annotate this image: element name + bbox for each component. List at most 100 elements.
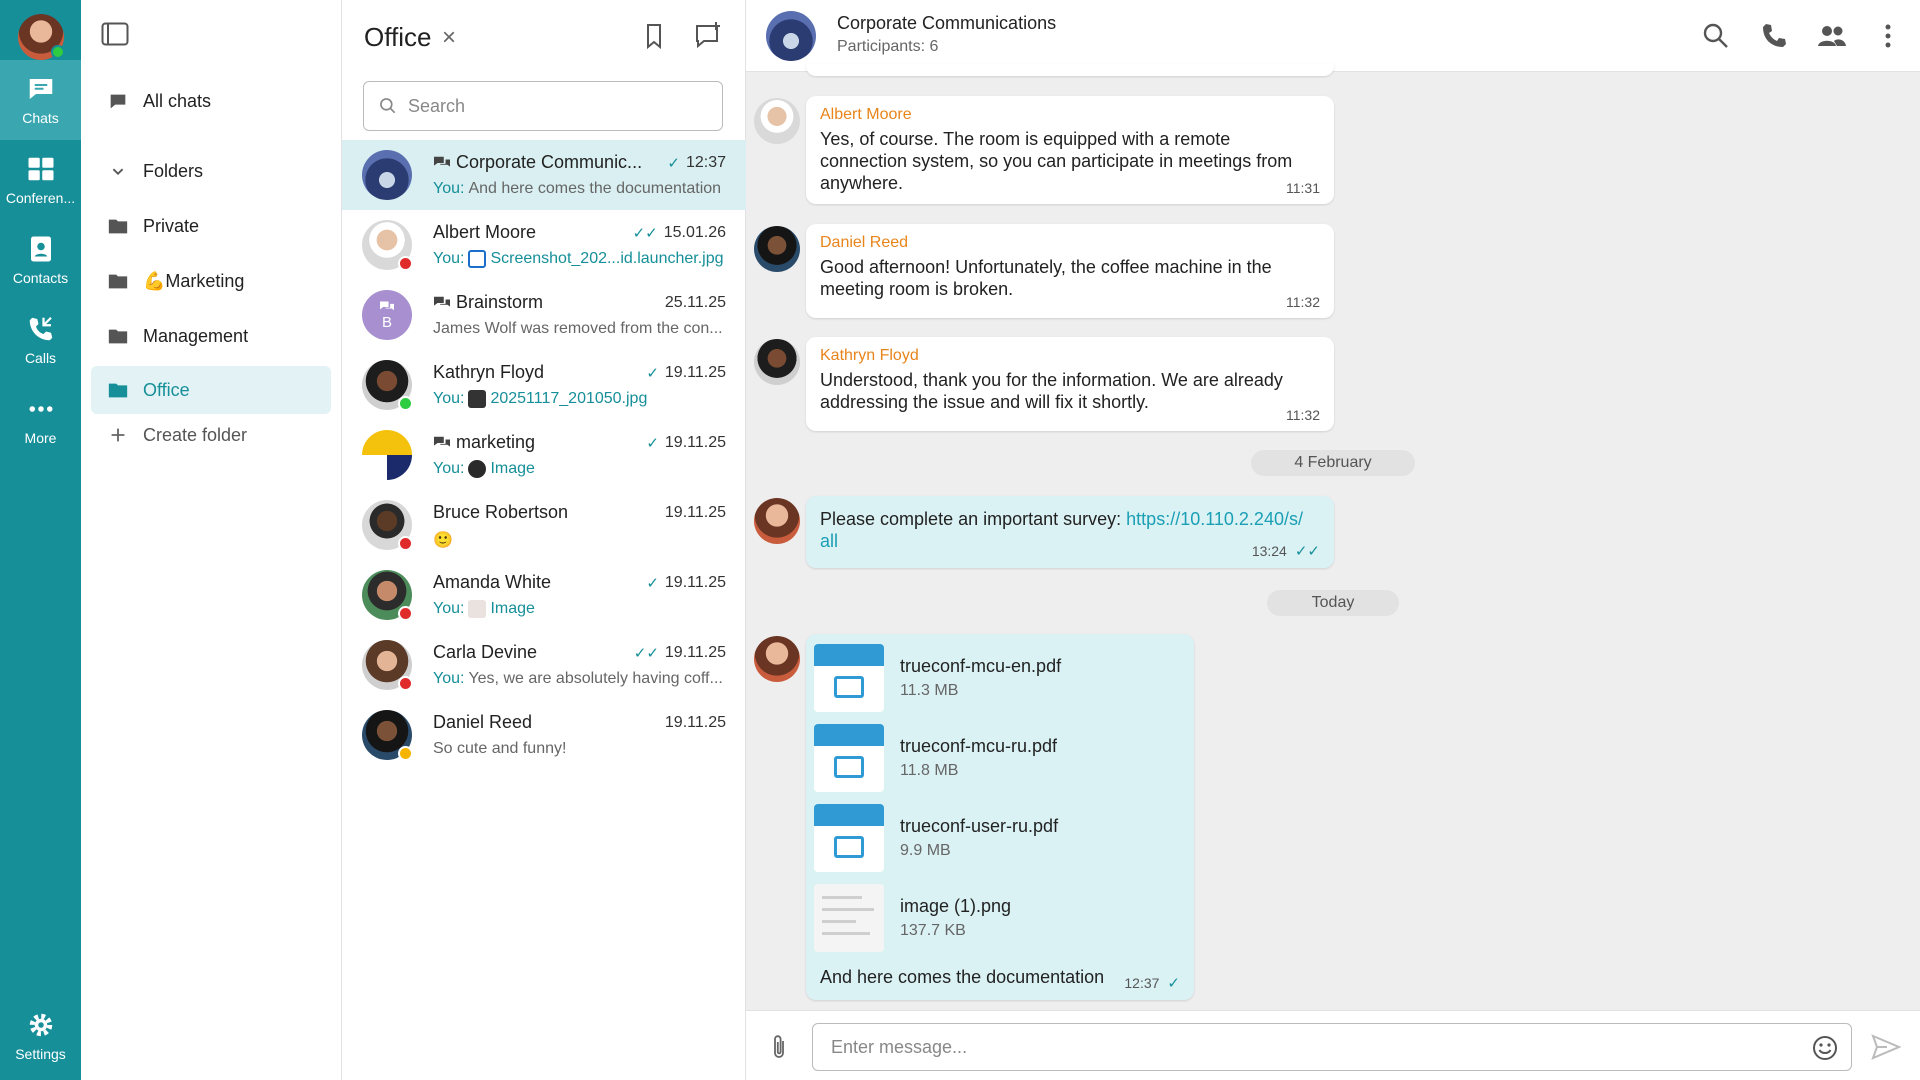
sidebar-toggle-icon[interactable] <box>101 22 129 46</box>
chat-row-bruce-robertson[interactable]: Bruce Robertson 19.11.25 🙂 <box>342 490 746 560</box>
file-name: trueconf-mcu-en.pdf <box>900 656 1062 676</box>
gear-icon <box>29 1013 52 1037</box>
chat-row-daniel-reed[interactable]: Daniel Reed 19.11.25 So cute and funny! <box>342 700 746 770</box>
link-text-part: https://10.110.2.240/s/ <box>1126 509 1303 529</box>
message-bubble <box>806 64 1334 76</box>
emoji-icon[interactable] <box>1811 1034 1839 1062</box>
rail-item-more[interactable]: More <box>0 380 81 460</box>
chat-row-albert-moore[interactable]: Albert Moore ✓✓ 15.01.26 You: Screenshot_2… <box>342 210 746 280</box>
chat-bubble-icon <box>29 79 52 99</box>
chat-preview: 🙂 <box>433 532 453 549</box>
chat-row-corporate-communications[interactable]: Corporate Communic... ✓ 12:37 You: And her… <box>342 140 746 210</box>
new-chat-icon[interactable] <box>692 20 724 52</box>
preview-prefix: You: <box>433 460 465 477</box>
folder-marketing[interactable]: 💪Marketing <box>91 257 331 305</box>
folder-office[interactable]: Office <box>91 366 331 414</box>
chat-row-carla-devine[interactable]: Carla Devine ✓✓ 19.11.25 You: Yes, we are … <box>342 630 746 700</box>
file-size: 9.9 MB <box>900 842 951 859</box>
phone-icon[interactable] <box>1758 20 1790 52</box>
chat-name: Carla Devine <box>433 642 538 662</box>
file-attachment[interactable]: trueconf-user-ru.pdf 9.9 MB <box>806 798 1194 878</box>
read-check: ✓ <box>1167 975 1180 992</box>
message-area[interactable]: Albert Moore Yes, of course. The room is… <box>746 64 1920 1010</box>
folder-label: Management <box>143 325 249 346</box>
pdf-file-icon <box>814 724 884 792</box>
chat-preview: Image <box>490 460 535 477</box>
file-attachment[interactable]: trueconf-mcu-ru.pdf 11.8 MB <box>806 718 1194 798</box>
chat-time: 15.01.26 <box>663 224 726 241</box>
folder-label: Folders <box>143 160 204 181</box>
chat-time: 19.11.25 <box>664 434 726 451</box>
rail-item-chats[interactable]: Chats <box>0 60 81 140</box>
chat-bubble-icon <box>110 94 126 109</box>
folder-management[interactable]: Management <box>91 312 331 360</box>
file-attachment[interactable]: trueconf-mcu-en.pdf 11.3 MB <box>806 638 1194 718</box>
message-bubble[interactable]: trueconf-mcu-en.pdf 11.3 MB trueconf-mcu… <box>806 634 1194 1000</box>
avatar <box>754 226 800 272</box>
bookmark-icon[interactable] <box>638 20 670 52</box>
message-input[interactable] <box>831 1036 1791 1058</box>
chat-name: Corporate Communic... <box>456 152 643 172</box>
chat-time: 12:37 <box>685 154 726 171</box>
chat-preview: Yes, we are absolutely having coff... <box>468 670 723 687</box>
read-check: ✓ <box>646 575 659 592</box>
folder-private[interactable]: Private <box>91 202 331 250</box>
search-box[interactable] <box>363 81 723 131</box>
avatar <box>754 339 800 385</box>
online-status-dot <box>50 45 65 59</box>
chat-preview: And here comes the documentation <box>468 180 722 197</box>
chat-row-brainstorm[interactable]: B Brainstorm 25.11.25 James Wolf was rem… <box>342 280 746 350</box>
chat-list-header: Office × <box>342 0 746 72</box>
page-title: Office <box>364 22 432 52</box>
chat-rows: Corporate Communic... ✓ 12:37 You: And her… <box>342 140 746 770</box>
image-thumb-icon <box>468 600 487 618</box>
avatar <box>754 98 800 144</box>
chat-time: 19.11.25 <box>664 644 726 661</box>
rail-item-conferences[interactable]: Conferen... <box>0 140 81 220</box>
conversation-header: Corporate Communications Participants: 6 <box>746 0 1920 72</box>
rail-item-settings[interactable]: Settings <box>0 996 81 1076</box>
send-icon[interactable] <box>1870 1031 1902 1063</box>
chat-row-kathryn-floyd[interactable]: Kathryn Floyd ✓ 19.11.25 You: 20251117_201… <box>342 350 746 420</box>
chat-time: 19.11.25 <box>664 504 726 521</box>
chat-preview: So cute and funny! <box>433 740 567 757</box>
rail-item-calls[interactable]: Calls <box>0 300 81 380</box>
file-attachment[interactable]: image (1).png 137.7 KB <box>806 878 1194 958</box>
message-field[interactable] <box>812 1023 1852 1071</box>
preview-prefix: You: <box>433 180 465 197</box>
rail-item-contacts[interactable]: Contacts <box>0 220 81 300</box>
folders-group-toggle[interactable]: Folders <box>91 147 331 195</box>
message-bubble[interactable]: Albert Moore Yes, of course. The room is… <box>806 96 1334 204</box>
date-separator: 4 February <box>1251 450 1415 476</box>
folder-label: Office <box>143 379 190 400</box>
rail-item-label: Calls <box>24 350 57 366</box>
message-bubble[interactable]: Kathryn Floyd Understood, thank you for … <box>806 337 1334 431</box>
message-time: 11:32 <box>1286 294 1320 310</box>
create-folder-button[interactable]: Create folder <box>91 411 331 459</box>
participants-icon[interactable] <box>1816 20 1848 52</box>
chat-time: 19.11.25 <box>664 714 726 731</box>
pdf-file-icon <box>814 644 884 712</box>
my-avatar[interactable] <box>17 14 65 60</box>
close-folder-button[interactable]: × <box>442 24 456 52</box>
attach-icon[interactable] <box>766 1033 792 1061</box>
conversation-title[interactable]: Corporate Communications <box>837 13 1056 34</box>
file-name: trueconf-user-ru.pdf <box>900 816 1059 836</box>
chat-name: Albert Moore <box>433 222 537 242</box>
message-composer <box>746 1010 1920 1080</box>
folder-all-chats[interactable]: All chats <box>91 77 331 125</box>
search-icon[interactable] <box>1700 20 1732 52</box>
message-bubble[interactable]: Please complete an important survey: htt… <box>806 496 1334 568</box>
chat-row-marketing[interactable]: marketing ✓ 19.11.25 You: Image <box>342 420 746 490</box>
message-text: Yes, of course. The room is equipped wit… <box>820 129 1293 193</box>
message-time: 13:24 <box>1251 543 1287 559</box>
chat-row-amanda-white[interactable]: Amanda White ✓ 19.11.25 You: Image <box>342 560 746 630</box>
message-author: Daniel Reed <box>820 234 909 251</box>
chevron-down-icon <box>112 168 124 176</box>
message-time: 11:32 <box>1286 407 1320 423</box>
group-avatar[interactable] <box>766 11 816 61</box>
more-vertical-icon[interactable] <box>1872 20 1904 52</box>
message-bubble[interactable]: Daniel Reed Good afternoon! Unfortunatel… <box>806 224 1334 318</box>
read-check: ✓✓ <box>1294 543 1320 560</box>
search-input[interactable] <box>408 95 708 117</box>
